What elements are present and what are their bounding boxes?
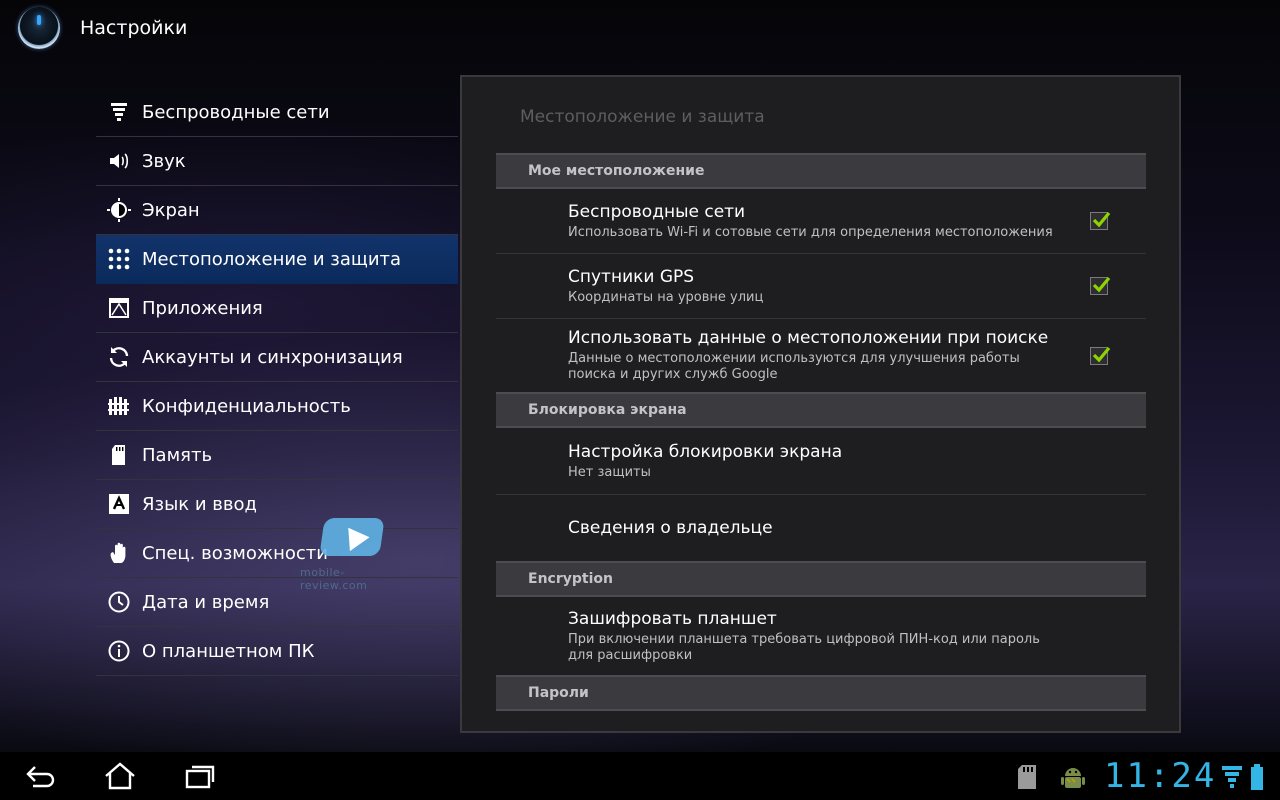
wireless-icon	[96, 88, 142, 137]
pref-owner-info[interactable]: Сведения о владельце	[496, 495, 1146, 561]
brightness-icon	[96, 186, 142, 235]
watermark-logo: mobile-review.com	[300, 518, 410, 592]
recent-apps-icon	[185, 765, 215, 789]
checkmark-icon	[1092, 276, 1111, 293]
status-clock[interactable]: 11:24	[1104, 757, 1216, 795]
section-label: Encryption	[528, 571, 613, 587]
android-debug-icon[interactable]	[1060, 764, 1086, 796]
hand-icon	[96, 529, 142, 578]
pref-summary: Использовать Wi-Fi и сотовые сети для оп…	[568, 224, 1053, 240]
section-label: Мое местоположение	[528, 163, 705, 179]
menu-item-about[interactable]: О планшетном ПК	[96, 627, 458, 676]
section-label: Блокировка экрана	[528, 402, 687, 418]
checkmark-icon	[1092, 346, 1111, 362]
wireless-location-checkbox[interactable]	[1090, 211, 1111, 230]
menu-item-label: Беспроводные сети	[142, 101, 330, 123]
location-grid-icon	[96, 235, 142, 284]
menu-item-label: Аккаунты и синхронизация	[142, 346, 403, 368]
section-header-encryption: Encryption	[496, 561, 1146, 597]
pref-title: Беспроводные сети	[568, 201, 746, 222]
menu-item-wireless[interactable]: Беспроводные сети	[96, 88, 458, 137]
menu-item-privacy[interactable]: Конфиденциальность	[96, 382, 458, 431]
back-icon	[26, 766, 55, 788]
pref-location-in-search[interactable]: Использовать данные о местоположении при…	[496, 319, 1146, 392]
preference-list: Мое местоположение Беспроводные сети Исп…	[496, 153, 1146, 711]
settings-app-icon[interactable]	[18, 7, 60, 49]
app-title: Настройки	[80, 17, 188, 39]
system-bar: 11:24	[0, 752, 1280, 800]
pref-summary: При включении планшета требовать цифрово…	[568, 631, 1040, 663]
speaker-icon	[96, 137, 142, 186]
pref-summary: Нет защиты	[568, 464, 651, 480]
location-search-checkbox[interactable]	[1090, 346, 1111, 365]
section-header-my-location: Мое местоположение	[496, 153, 1146, 189]
menu-item-accounts-sync[interactable]: Аккаунты и синхронизация	[96, 333, 458, 382]
section-header-screen-lock: Блокировка экрана	[496, 392, 1146, 428]
watermark-text: mobile-review.com	[300, 566, 368, 592]
sd-card-icon[interactable]	[1016, 764, 1038, 794]
menu-item-location-security[interactable]: Местоположение и защита	[96, 235, 458, 284]
home-button[interactable]	[100, 760, 140, 792]
pref-title: Зашифровать планшет	[568, 608, 777, 629]
panel-title: Местоположение и защита	[520, 107, 765, 127]
wifi-icon[interactable]	[1222, 766, 1242, 792]
menu-item-label: Язык и ввод	[142, 493, 257, 515]
pref-title: Спутники GPS	[568, 266, 695, 287]
apps-icon	[96, 284, 142, 333]
home-icon	[105, 762, 135, 790]
menu-item-label: Местоположение и защита	[142, 248, 402, 270]
menu-item-storage[interactable]: Память	[96, 431, 458, 480]
sd-card-icon	[96, 431, 142, 480]
title-bar: Настройки	[0, 0, 1280, 56]
checkmark-icon	[1092, 211, 1111, 228]
pref-title: Сведения о владельце	[568, 517, 773, 538]
privacy-fence-icon	[96, 382, 142, 431]
clock-icon	[96, 578, 142, 627]
menu-item-label: Дата и время	[142, 591, 270, 613]
battery-icon[interactable]	[1250, 764, 1264, 794]
menu-item-screen[interactable]: Экран	[96, 186, 458, 235]
pref-summary: Координаты на уровне улиц	[568, 289, 764, 305]
menu-item-label: Конфиденциальность	[142, 395, 351, 417]
menu-item-apps[interactable]: Приложения	[96, 284, 458, 333]
pref-title: Использовать данные о местоположении при…	[568, 328, 1049, 348]
menu-item-label: Звук	[142, 150, 186, 172]
menu-item-sound[interactable]: Звук	[96, 137, 458, 186]
section-label: Пароли	[528, 685, 589, 701]
info-icon	[96, 627, 142, 676]
section-header-passwords: Пароли	[496, 675, 1146, 711]
sync-icon	[96, 333, 142, 382]
recent-apps-button[interactable]	[180, 760, 220, 792]
menu-item-label: Экран	[142, 199, 200, 221]
back-button[interactable]	[20, 760, 60, 792]
pref-gps-satellites[interactable]: Спутники GPS Координаты на уровне улиц	[496, 254, 1146, 319]
pref-encrypt-tablet[interactable]: Зашифровать планшет При включении планше…	[496, 597, 1146, 675]
pref-wireless-networks[interactable]: Беспроводные сети Использовать Wi-Fi и с…	[496, 189, 1146, 254]
gps-checkbox[interactable]	[1090, 276, 1111, 295]
details-panel: Местоположение и защита Мое местоположен…	[460, 75, 1181, 733]
menu-item-label: Приложения	[142, 297, 263, 319]
pref-title: Настройка блокировки экрана	[568, 441, 843, 462]
pref-screen-lock-setup[interactable]: Настройка блокировки экрана Нет защиты	[496, 428, 1146, 495]
menu-item-label: Память	[142, 444, 213, 466]
keyboard-a-icon	[96, 480, 142, 529]
menu-item-label: О планшетном ПК	[142, 640, 315, 662]
pref-summary: Данные о местоположении используются для…	[568, 351, 1020, 382]
